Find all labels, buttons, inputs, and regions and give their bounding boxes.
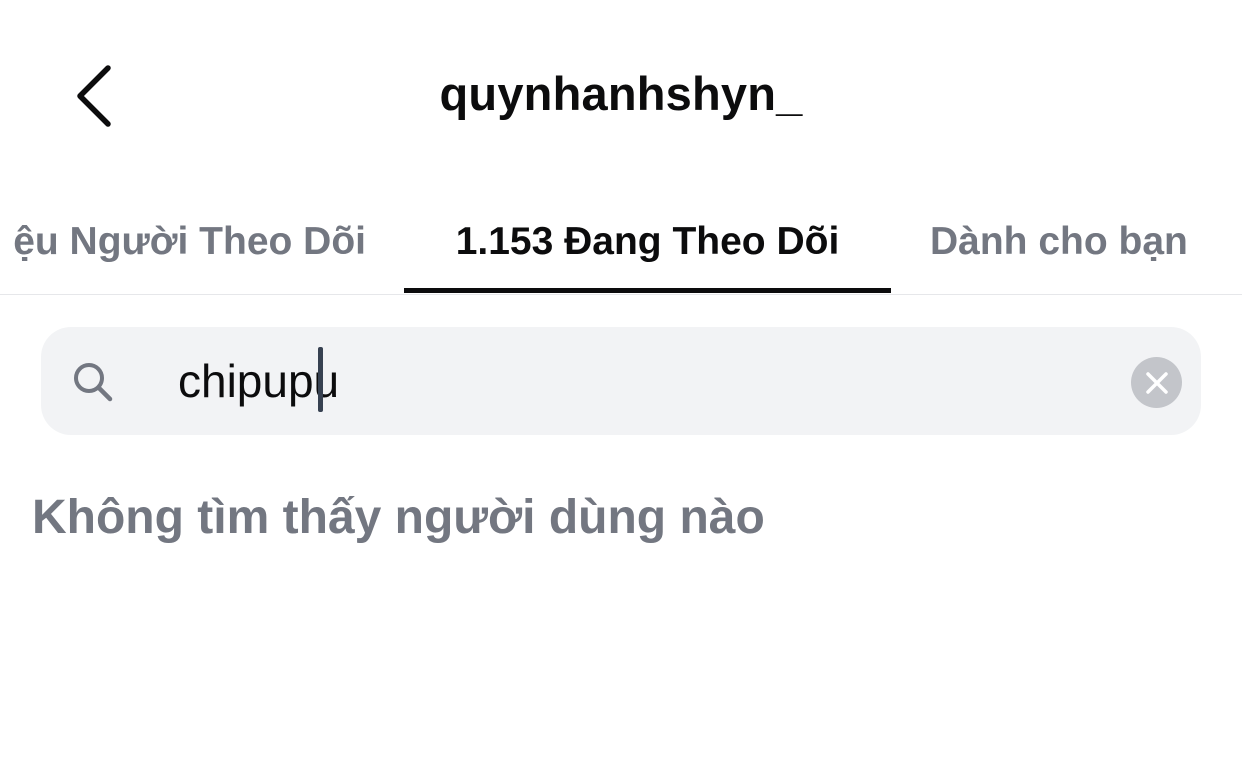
empty-results-message: Không tìm thấy người dùng nào <box>32 491 765 544</box>
tab-bar: ệu Người Theo Dõi 1.153 Đang Theo Dõi Dà… <box>0 190 1242 295</box>
clear-icon <box>1145 371 1168 394</box>
tab-followers[interactable]: ệu Người Theo Dõi <box>0 190 404 294</box>
tab-following[interactable]: 1.153 Đang Theo Dõi <box>404 190 891 294</box>
page-title: quynhanhshyn_ <box>439 67 803 120</box>
tab-for-you[interactable]: Dành cho bạn <box>891 190 1242 294</box>
search-icon <box>74 363 113 402</box>
header: quynhanhshyn_ <box>0 0 1242 190</box>
text-cursor <box>318 347 323 412</box>
clear-search-button[interactable] <box>1131 357 1182 408</box>
active-tab-indicator <box>404 288 891 293</box>
search-box[interactable] <box>41 327 1201 435</box>
